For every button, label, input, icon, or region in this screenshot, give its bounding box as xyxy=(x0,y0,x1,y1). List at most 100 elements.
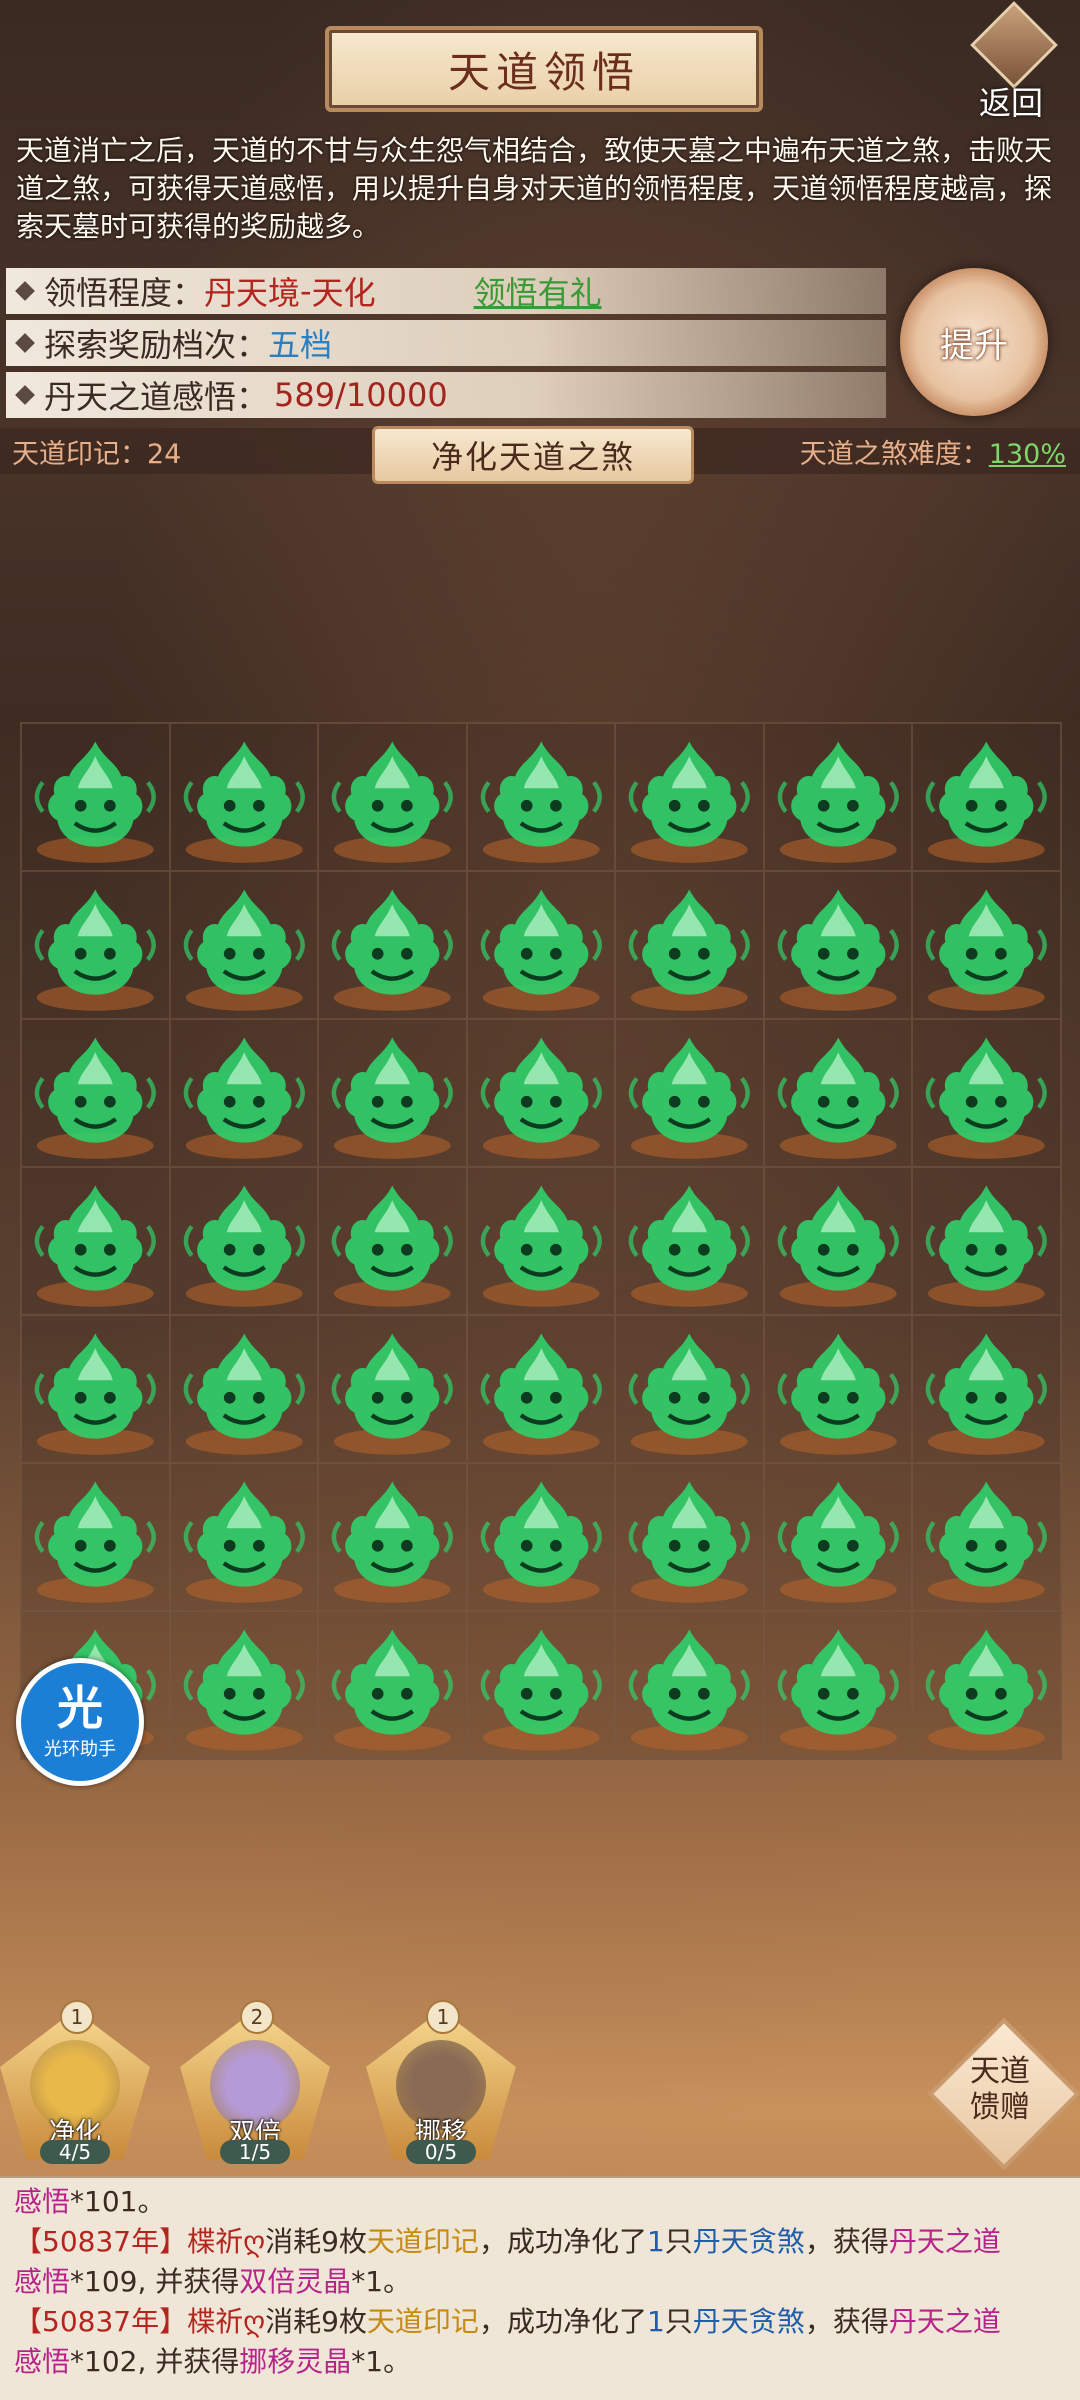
log-player: 楪祈ღ xyxy=(187,2225,266,2258)
log-reward: 感悟 xyxy=(14,2345,71,2378)
monster-cell[interactable] xyxy=(21,1463,170,1611)
monster-cell[interactable] xyxy=(318,871,467,1019)
back-button[interactable]: 返回 xyxy=(965,1,1065,122)
monster-cell[interactable] xyxy=(21,1315,170,1463)
monster-cell[interactable] xyxy=(763,871,913,1019)
log-text: 只 xyxy=(664,2305,693,2338)
monster-cell[interactable] xyxy=(615,723,764,871)
comprehension-stage: 天化 xyxy=(311,274,376,312)
monster-cell[interactable] xyxy=(169,1167,319,1315)
green-demon-head-icon xyxy=(331,1185,454,1307)
green-demon-head-icon xyxy=(183,1333,305,1455)
log-amount: *101。 xyxy=(70,2185,166,2218)
monster-cell[interactable] xyxy=(466,1611,616,1759)
skill-count: 4/5 xyxy=(40,2140,110,2164)
monster-cell[interactable] xyxy=(763,1167,913,1315)
green-demon-head-icon xyxy=(34,1481,156,1603)
monster-cell[interactable] xyxy=(912,1463,1061,1611)
monster-cell[interactable] xyxy=(318,1315,467,1463)
log-text: 只 xyxy=(664,2225,693,2258)
monster-cell[interactable] xyxy=(21,871,170,1019)
monster-cell[interactable] xyxy=(21,1019,170,1167)
green-demon-head-icon xyxy=(480,1629,602,1751)
skill-double-button[interactable]: 2 双倍 1/5 xyxy=(180,2000,330,2164)
skill-shift-button[interactable]: 1 挪移 0/5 xyxy=(366,2000,516,2164)
green-demon-head-icon xyxy=(183,1185,305,1307)
upgrade-button[interactable]: 提升 xyxy=(900,268,1048,416)
log-text: , 并获得 xyxy=(137,2345,240,2378)
monster-cell[interactable] xyxy=(169,871,319,1019)
green-demon-head-icon xyxy=(183,1629,305,1751)
monster-cell[interactable] xyxy=(615,1019,764,1167)
monster-cell[interactable] xyxy=(318,723,467,871)
skill-badge: 1 xyxy=(426,2000,460,2034)
skill-count: 0/5 xyxy=(406,2140,476,2164)
monster-cell[interactable] xyxy=(615,871,764,1019)
purify-title: 净化天道之煞 xyxy=(372,426,694,484)
purify-title-text: 净化天道之煞 xyxy=(430,438,635,476)
comprehension-row: 领悟程度： 丹天境 - 天化 领悟有礼 xyxy=(6,268,886,314)
monster-cell[interactable] xyxy=(912,1019,1061,1167)
skill-purify-button[interactable]: 1 净化 4/5 xyxy=(0,2000,150,2164)
monster-cell[interactable] xyxy=(912,723,1061,871)
monster-cell[interactable] xyxy=(615,1463,764,1611)
green-demon-head-icon xyxy=(480,1333,602,1455)
upgrade-label: 提升 xyxy=(940,325,1008,366)
monster-cell[interactable] xyxy=(912,1611,1061,1759)
gift-label-line1: 天道 xyxy=(970,2054,1030,2089)
green-demon-head-icon xyxy=(331,1481,454,1603)
monster-cell[interactable] xyxy=(169,1315,319,1463)
diamond-bullet-icon xyxy=(15,281,35,301)
monster-cell[interactable] xyxy=(615,1167,764,1315)
monster-cell[interactable] xyxy=(466,1167,616,1315)
log-amount: *1。 xyxy=(351,2265,412,2298)
green-demon-head-icon xyxy=(34,741,156,863)
green-demon-head-icon xyxy=(628,1333,751,1455)
monster-cell[interactable] xyxy=(318,1463,467,1611)
monster-cell[interactable] xyxy=(466,871,616,1019)
green-demon-head-icon xyxy=(628,1037,751,1159)
green-demon-head-icon xyxy=(183,1037,305,1159)
monster-cell[interactable] xyxy=(763,723,913,871)
monster-cell[interactable] xyxy=(615,1611,764,1759)
log-player: 楪祈ღ xyxy=(187,2305,266,2338)
monster-cell[interactable] xyxy=(169,1463,319,1611)
monster-cell[interactable] xyxy=(169,1019,319,1167)
green-demon-head-icon xyxy=(777,889,899,1011)
monster-cell[interactable] xyxy=(169,1611,319,1759)
log-year: 【50837年】 xyxy=(14,2225,188,2258)
green-demon-head-icon xyxy=(331,889,454,1011)
diamond-bullet-icon xyxy=(15,333,35,353)
difficulty-value[interactable]: 130% xyxy=(989,439,1066,470)
comprehension-gift-link[interactable]: 领悟有礼 xyxy=(474,268,602,314)
monster-cell[interactable] xyxy=(615,1315,764,1463)
back-arrow-icon xyxy=(970,1,1058,89)
monster-cell[interactable] xyxy=(466,723,616,871)
log-monster: 丹天贪煞 xyxy=(692,2305,805,2338)
monster-cell[interactable] xyxy=(912,871,1061,1019)
monster-cell[interactable] xyxy=(318,1611,467,1759)
log-bonus: 挪移灵晶 xyxy=(239,2345,352,2378)
monster-cell[interactable] xyxy=(318,1019,467,1167)
monster-cell[interactable] xyxy=(466,1019,616,1167)
monster-cell[interactable] xyxy=(466,1315,616,1463)
monster-cell[interactable] xyxy=(763,1463,913,1611)
monster-cell[interactable] xyxy=(912,1315,1061,1463)
green-demon-head-icon xyxy=(34,889,156,1011)
green-demon-head-icon xyxy=(777,1333,899,1455)
monster-cell[interactable] xyxy=(466,1463,616,1611)
monster-cell[interactable] xyxy=(21,1167,170,1315)
aura-helper-button[interactable]: 光 光环助手 xyxy=(16,1658,144,1786)
green-demon-head-icon xyxy=(777,1481,899,1603)
log-line: 【50837年】楪祈ღ消耗9枚天道印记，成功净化了1只丹天贪煞，获得丹天之道 xyxy=(14,2302,1066,2342)
monster-cell[interactable] xyxy=(763,1611,913,1759)
monster-cell[interactable] xyxy=(318,1167,467,1315)
heaven-gift-button[interactable]: 天道 馈赠 xyxy=(927,2017,1080,2171)
monster-cell[interactable] xyxy=(169,723,319,871)
monster-cell[interactable] xyxy=(912,1167,1061,1315)
comprehension-label: 领悟程度： xyxy=(44,274,205,312)
log-item: 天道印记 xyxy=(366,2305,479,2338)
monster-cell[interactable] xyxy=(763,1315,913,1463)
monster-cell[interactable] xyxy=(21,723,170,871)
monster-cell[interactable] xyxy=(763,1019,913,1167)
